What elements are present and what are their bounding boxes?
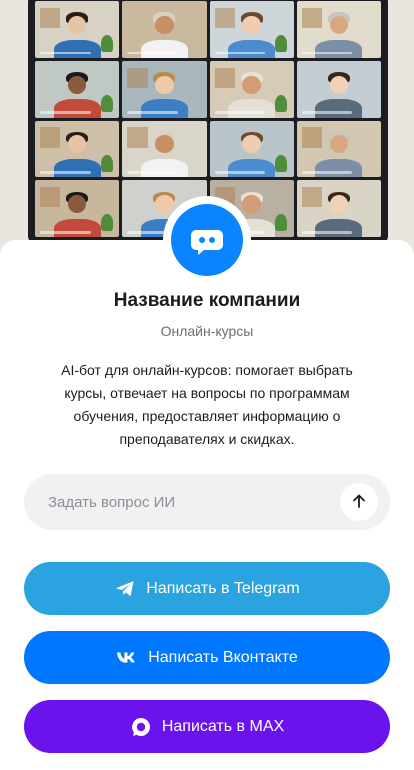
- tile-shelf: [40, 187, 61, 208]
- participant-face: [329, 15, 349, 34]
- video-tile: [122, 120, 207, 178]
- participant-body: [140, 99, 188, 118]
- company-name: Название компании: [113, 290, 301, 311]
- participant-body: [228, 159, 276, 178]
- company-avatar: [171, 204, 243, 276]
- participant-body: [315, 218, 363, 237]
- participant-body: [140, 39, 188, 58]
- tile-plant: [100, 154, 113, 172]
- participant-face: [67, 75, 87, 94]
- tile-shelf: [214, 7, 235, 29]
- tile-shelf: [127, 127, 148, 148]
- send-question-button[interactable]: [340, 483, 378, 521]
- participant-face: [67, 135, 87, 154]
- tile-shelf: [301, 7, 323, 29]
- max-button[interactable]: Написать в MAX: [24, 700, 390, 753]
- max-button-label: Написать в MAX: [161, 717, 285, 735]
- tile-plant: [275, 94, 288, 112]
- video-tile: [296, 1, 381, 58]
- company-description: AI-бот для онлайн-курсов: помогает выбра…: [61, 362, 353, 447]
- participant-body: [228, 39, 276, 58]
- participant-face: [67, 15, 87, 34]
- video-tile: [296, 180, 381, 237]
- ask-ai-input[interactable]: [24, 474, 324, 530]
- tile-plant: [275, 154, 288, 172]
- tile-controls-bar: [127, 111, 178, 115]
- participant-face: [67, 195, 87, 214]
- participant-face: [242, 75, 261, 94]
- video-tile: [35, 1, 120, 58]
- company-category: Онлайн-курсы: [160, 323, 254, 339]
- tile-controls-bar: [301, 51, 353, 55]
- video-tile: [122, 1, 207, 58]
- arrow-up-icon: [351, 493, 367, 512]
- max-icon: [130, 716, 152, 738]
- participant-body: [315, 159, 363, 178]
- tile-plant: [100, 94, 113, 112]
- participant-body: [140, 159, 188, 178]
- vk-icon: [116, 647, 138, 669]
- participant-body: [315, 39, 363, 58]
- tile-shelf: [127, 67, 148, 88]
- tile-shelf: [214, 67, 235, 88]
- participant-face: [329, 195, 349, 214]
- video-tile: [209, 1, 294, 58]
- tile-controls-bar: [127, 51, 178, 55]
- tile-plant: [100, 35, 113, 53]
- tile-controls-bar: [40, 171, 91, 174]
- video-tile: [209, 120, 294, 178]
- video-tile: [296, 60, 381, 118]
- tile-controls-bar: [40, 111, 91, 115]
- tile-controls-bar: [40, 51, 91, 55]
- participant-body: [315, 99, 363, 118]
- participant-body: [53, 99, 101, 118]
- participant-body: [53, 39, 101, 58]
- tile-controls-bar: [214, 171, 266, 174]
- telegram-button[interactable]: Написать в Telegram: [24, 562, 390, 615]
- participant-face: [155, 195, 174, 214]
- tile-shelf: [301, 127, 323, 148]
- tile-controls-bar: [40, 230, 91, 234]
- video-tile: [35, 180, 120, 237]
- participant-face: [155, 135, 174, 154]
- tile-controls-bar: [127, 171, 178, 174]
- participant-face: [242, 135, 261, 154]
- tile-plant: [275, 35, 288, 53]
- tile-controls-bar: [214, 51, 266, 55]
- tile-controls-bar: [301, 111, 353, 115]
- vk-button[interactable]: Написать Вконтакте: [24, 631, 390, 684]
- tile-controls-bar: [301, 230, 353, 234]
- video-tile: [35, 60, 120, 118]
- tile-shelf: [40, 7, 61, 29]
- tile-shelf: [301, 187, 323, 208]
- video-tile: [209, 60, 294, 118]
- telegram-button-label: Написать в Telegram: [146, 579, 300, 597]
- tile-plant: [100, 214, 113, 232]
- participant-face: [329, 75, 349, 94]
- participant-face: [155, 15, 174, 34]
- participant-body: [228, 99, 276, 118]
- video-tile: [35, 120, 120, 178]
- tile-controls-bar: [301, 171, 353, 174]
- vk-button-label: Написать Вконтакте: [148, 648, 298, 666]
- participant-face: [242, 15, 261, 34]
- tile-controls-bar: [214, 111, 266, 115]
- telegram-icon: [114, 578, 136, 600]
- video-tile: [296, 120, 381, 178]
- participant-body: [53, 218, 101, 237]
- participant-body: [53, 159, 101, 178]
- participant-face: [242, 195, 261, 214]
- ask-ai-field: [24, 474, 390, 530]
- video-tile: [122, 60, 207, 118]
- chat-bot-icon: [187, 220, 227, 260]
- tile-shelf: [40, 127, 61, 148]
- participant-face: [155, 75, 174, 94]
- tile-plant: [275, 214, 288, 232]
- participant-face: [329, 135, 349, 154]
